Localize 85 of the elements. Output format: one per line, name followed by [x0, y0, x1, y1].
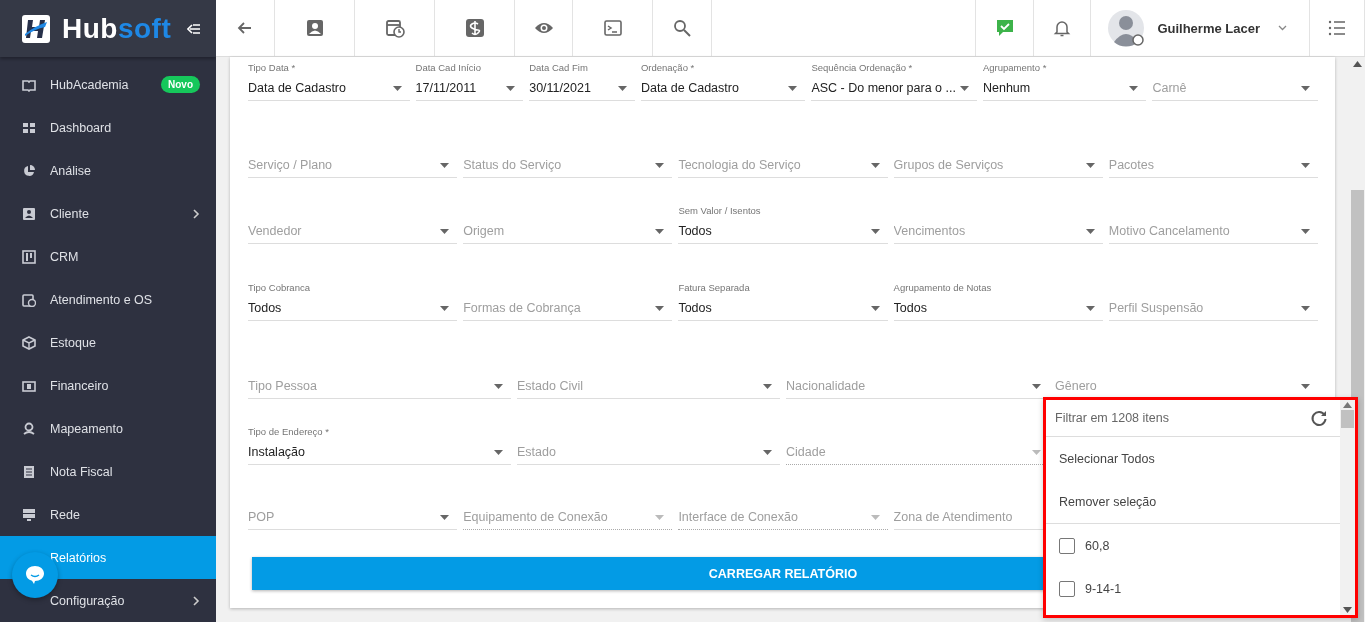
board-icon: [22, 249, 36, 264]
caret-icon: [440, 305, 450, 311]
logo-text: Hubsoft: [62, 12, 172, 45]
option-label: 60,8: [1085, 538, 1110, 553]
caret-icon: [1085, 305, 1095, 311]
cash-icon: [22, 378, 36, 393]
sidebar-item[interactable]: Estoque: [0, 321, 216, 364]
sidebar-item[interactable]: CRM: [0, 235, 216, 278]
caret-icon: [763, 383, 772, 389]
scrollbar[interactable]: [1340, 400, 1355, 615]
caret-icon: [763, 449, 772, 455]
book-icon: [22, 77, 36, 92]
chevron-right-icon: [192, 208, 200, 219]
caret-icon: [959, 85, 969, 91]
caret-icon: [440, 162, 450, 168]
contact-card-icon: [22, 206, 36, 221]
sidebar-item[interactable]: Nota Fiscal: [0, 450, 216, 493]
select-field[interactable]: Fatura Separada Todos: [678, 280, 888, 321]
select-field[interactable]: Data Cad Fim 30/11/2021: [529, 60, 635, 101]
caret-icon: [494, 449, 503, 455]
filter-field[interactable]: Filtrar em 1208 itens: [1055, 411, 1265, 425]
caret-icon: [440, 228, 450, 234]
new-badge: Novo: [161, 76, 200, 93]
logo-icon: [22, 14, 50, 43]
sidebar-item[interactable]: Cliente: [0, 192, 216, 235]
select-field[interactable]: Tipo de Endereço * Instalação: [248, 424, 511, 465]
document-icon: [22, 464, 36, 479]
pie-chart-icon: [22, 163, 36, 178]
menu-item[interactable]: Selecionar Todos: [1046, 437, 1340, 480]
caret-icon: [392, 85, 402, 91]
caret-icon: [617, 85, 627, 91]
collapse-icon[interactable]: [187, 22, 202, 35]
select-field[interactable]: Sem Valor / Isentos Todos: [678, 203, 888, 244]
caret-icon: [1032, 383, 1041, 389]
select-field[interactable]: Sequência Ordenação * ASC - Do menor para o ...: [811, 60, 977, 101]
sidebar-item[interactable]: Análise: [0, 149, 216, 192]
scroll-down-icon[interactable]: [1343, 607, 1352, 613]
select-field[interactable]: Tipo Cobranca Todos: [248, 280, 458, 321]
caret-icon: [1301, 383, 1310, 389]
sidebar-item[interactable]: Financeiro: [0, 364, 216, 407]
caret-icon: [506, 85, 516, 91]
grid-icon: [22, 120, 36, 135]
caret-icon: [870, 305, 880, 311]
checkbox[interactable]: [1059, 580, 1075, 597]
avatar-icon: [1107, 9, 1146, 47]
caret-icon: [440, 514, 450, 520]
calendar-clock-icon: [22, 292, 36, 307]
server-icon: [22, 507, 36, 522]
sidebar-item[interactable]: Mapeamento: [0, 407, 216, 450]
select-field[interactable]: Ordenação * Data de Cadastro: [640, 60, 806, 101]
checkbox[interactable]: [1059, 537, 1075, 554]
select-field[interactable]: Data Cad Início 17/11/2011: [415, 60, 524, 101]
caret-icon: [870, 228, 880, 234]
caret-icon: [1301, 85, 1310, 91]
scroll-up-icon[interactable]: [1353, 61, 1362, 67]
caret-icon: [655, 514, 665, 520]
caret-icon: [1032, 449, 1041, 455]
select-field[interactable]: Agrupamento de Notas Todos: [893, 280, 1103, 321]
select-field[interactable]: Agrupamento * Nenhum: [982, 60, 1147, 101]
caret-icon: [1301, 305, 1310, 311]
caret-icon: [788, 85, 798, 91]
caret-icon: [870, 514, 880, 520]
scroll-thumb[interactable]: [1341, 410, 1354, 428]
caret-icon: [1129, 85, 1139, 91]
caret-icon: [1301, 228, 1310, 234]
cube-icon: [22, 335, 36, 350]
sidebar-item[interactable]: Configuração: [0, 579, 216, 622]
chevron-down-icon: [1278, 25, 1287, 31]
refresh-icon[interactable]: [1310, 409, 1328, 427]
sidebar-item[interactable]: Atendimento e OS: [0, 278, 216, 321]
caret-icon: [1085, 228, 1095, 234]
sidebar-item[interactable]: Dashboard: [0, 106, 216, 149]
user-menu[interactable]: Guilherme Lacer: [1091, 0, 1310, 56]
caret-icon: [870, 162, 880, 168]
caret-icon: [1301, 162, 1310, 168]
scroll-up-icon[interactable]: [1343, 402, 1352, 408]
caret-icon: [655, 228, 665, 234]
caret-icon: [655, 305, 665, 311]
chevron-right-icon: [192, 595, 200, 606]
sidebar-item[interactable]: Rede: [0, 493, 216, 536]
sidebar-item[interactable]: HubAcademia Novo: [0, 63, 216, 106]
select-field[interactable]: Tipo Data * Data de Cadastro: [248, 60, 410, 101]
caret-icon: [494, 383, 503, 389]
caret-icon: [655, 162, 665, 168]
caret-icon: [1085, 162, 1095, 168]
